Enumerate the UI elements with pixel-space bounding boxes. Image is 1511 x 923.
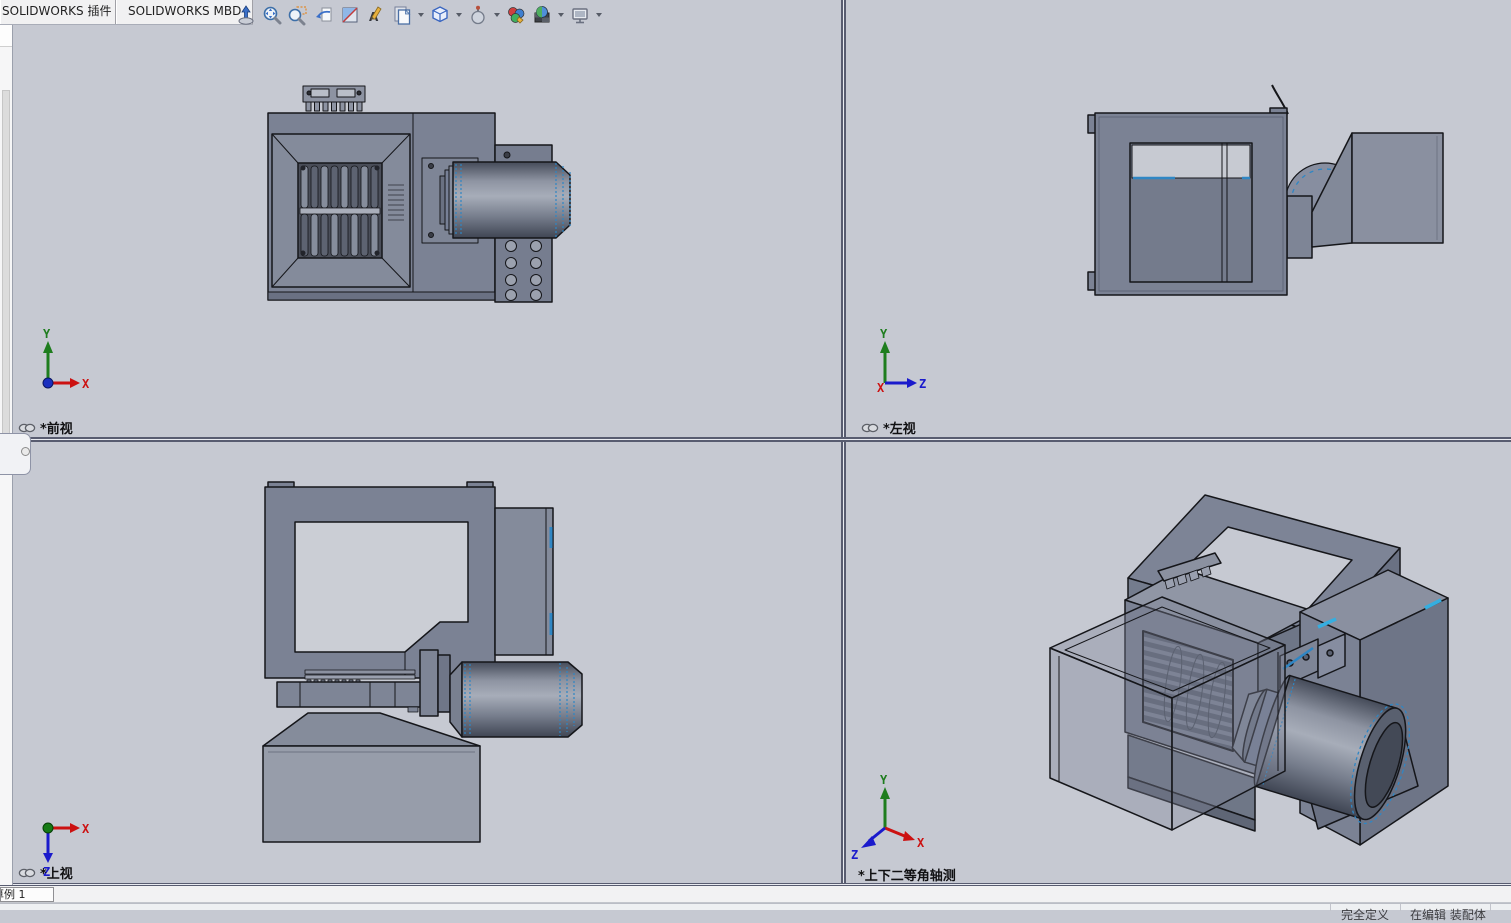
viewport-left[interactable]: X Y Z xyxy=(846,0,1511,437)
dropdown-arrow-icon[interactable] xyxy=(555,2,567,28)
dropdown-arrow-icon[interactable] xyxy=(453,2,465,28)
viewport-top[interactable]: X Z xyxy=(0,442,841,884)
view-settings-icon[interactable] xyxy=(567,2,593,28)
status-editing-assembly: 在编辑 装配体 xyxy=(1410,906,1486,923)
view-orientation-icon[interactable] xyxy=(427,2,453,28)
svg-text:Z: Z xyxy=(851,848,858,862)
edit-appearance-icon[interactable] xyxy=(503,2,529,28)
iso-view-drawing: Y X Z xyxy=(846,442,1511,884)
triad-front: Y X xyxy=(43,327,90,391)
link-views-icon xyxy=(861,422,879,434)
dropdown-arrow-icon[interactable] xyxy=(415,2,427,28)
viewport-label-left: *左视 xyxy=(861,419,916,436)
previous-view-icon[interactable] xyxy=(311,2,337,28)
dropdown-arrow-icon[interactable] xyxy=(593,2,605,28)
left-view-drawing: X Y Z xyxy=(846,0,1511,437)
svg-text:X: X xyxy=(877,381,885,395)
zoom-to-area-icon[interactable] xyxy=(285,2,311,28)
svg-text:Z: Z xyxy=(919,377,926,391)
triad-iso: Y X Z xyxy=(851,773,925,862)
dropdown-arrow-icon[interactable] xyxy=(491,2,503,28)
zoom-to-fit-icon[interactable] xyxy=(259,2,285,28)
status-bar: 完全定义 在编辑 装配体 xyxy=(0,903,1511,910)
3d-view-capture-icon[interactable] xyxy=(389,2,415,28)
panel-mini-box xyxy=(0,24,12,47)
front-view-drawing: Y X xyxy=(0,0,841,437)
vertical-splitter[interactable] xyxy=(841,0,846,884)
top-view-drawing: X Z xyxy=(0,442,841,884)
link-views-icon xyxy=(18,867,36,879)
viewport-label-iso: *上下二等角轴测 xyxy=(858,866,956,883)
heads-up-toolbar: A xyxy=(233,1,605,28)
tab-solidworks-addins[interactable]: SOLIDWORKS 插件 xyxy=(0,0,116,24)
link-views-icon xyxy=(18,422,36,434)
panel-expand-knob[interactable] xyxy=(21,447,30,456)
section-view-icon[interactable] xyxy=(337,2,363,28)
panel-scrollbar[interactable] xyxy=(2,90,10,461)
svg-text:X: X xyxy=(917,836,925,850)
horizontal-splitter[interactable] xyxy=(0,437,1511,442)
apply-scene-icon[interactable] xyxy=(529,2,555,28)
tab-motion-study[interactable]: 算例 1 xyxy=(0,887,54,902)
viewport-iso[interactable]: Y X Z xyxy=(846,442,1511,884)
svg-text:X: X xyxy=(82,822,90,836)
svg-text:X: X xyxy=(82,377,90,391)
solidworks-window: { "window": {"background": "#c6c9d2"}, "… xyxy=(0,0,1511,910)
svg-text:Y: Y xyxy=(880,327,888,341)
dynamic-annotation-icon[interactable]: A xyxy=(363,2,389,28)
panel-flyout-tab[interactable] xyxy=(0,433,31,475)
svg-text:Y: Y xyxy=(43,327,51,341)
viewport-label-top: *上视 xyxy=(18,864,73,881)
svg-text:Y: Y xyxy=(880,773,888,787)
status-fully-defined: 完全定义 xyxy=(1341,906,1389,923)
command-tab-bar: SOLIDWORKS 插件 SOLIDWORKS MBD xyxy=(0,0,253,25)
motion-study-bar: 算例 1 xyxy=(0,886,1511,903)
hide-show-items-icon[interactable] xyxy=(465,2,491,28)
viewport-label-front: *前视 xyxy=(18,419,73,436)
instant-3d-arrow-icon[interactable] xyxy=(233,2,259,28)
viewport-front[interactable]: Y X xyxy=(0,0,841,437)
triad-left: X Y Z xyxy=(877,327,926,395)
